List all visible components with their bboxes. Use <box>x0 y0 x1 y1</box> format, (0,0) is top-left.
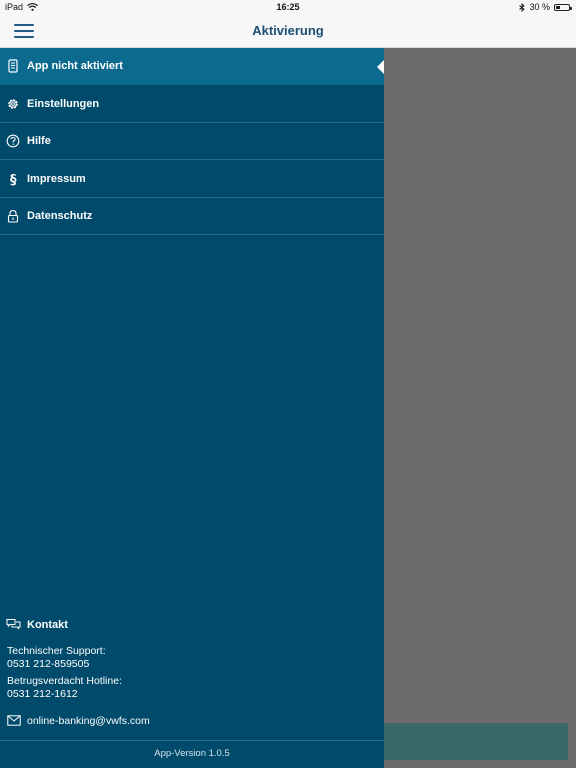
page-title: Aktivierung <box>252 23 324 38</box>
menu-item-label: Einstellungen <box>27 98 100 110</box>
side-drawer: App nicht aktiviert Einstellungen Hilfe … <box>0 48 384 768</box>
menu-item-label: Impressum <box>27 173 86 185</box>
support-phone[interactable]: 0531 212-859505 <box>7 658 106 671</box>
dimmed-bottom-bar <box>384 723 568 760</box>
lock-icon <box>7 210 19 223</box>
menu-item-einstellungen[interactable]: Einstellungen <box>0 86 384 123</box>
menu-item-hilfe[interactable]: Hilfe <box>0 123 384 160</box>
hotline-phone[interactable]: 0531 212-1612 <box>7 688 122 701</box>
dimmed-content-overlay[interactable] <box>384 48 576 768</box>
navigation-bar: Aktivierung <box>0 14 576 48</box>
help-icon <box>6 134 20 148</box>
bluetooth-icon <box>519 2 526 12</box>
status-bar: iPad 16:25 30 % <box>0 0 576 14</box>
email-address: online-banking@vwfs.com <box>27 715 150 727</box>
menu-item-label: Hilfe <box>27 135 51 147</box>
support-label: Technischer Support: <box>7 645 106 657</box>
gear-icon <box>8 99 18 109</box>
active-indicator <box>377 60 384 74</box>
status-time: 16:25 <box>276 2 300 12</box>
paragraph-icon: § <box>10 173 17 186</box>
contact-heading: Kontakt <box>0 615 384 635</box>
support-info: Technischer Support: 0531 212-859505 <box>7 645 106 671</box>
hotline-label: Betrugsverdacht Hotline: <box>7 675 122 687</box>
app-version: App-Version 1.0.5 <box>0 740 384 768</box>
status-right: 30 % <box>519 2 572 12</box>
menu-item-label: Datenschutz <box>27 210 93 222</box>
hotline-info: Betrugsverdacht Hotline: 0531 212-1612 <box>7 675 122 701</box>
menu-item-datenschutz[interactable]: Datenschutz <box>0 198 384 235</box>
svg-text:§: § <box>10 173 17 186</box>
device-icon <box>8 59 18 73</box>
email-link[interactable]: online-banking@vwfs.com <box>0 713 384 731</box>
menu-item-label: App nicht aktiviert <box>27 60 123 72</box>
battery-fill <box>556 5 560 9</box>
mail-icon <box>7 715 21 726</box>
menu-item-impressum[interactable]: § Impressum <box>0 161 384 198</box>
chat-icon <box>6 619 21 630</box>
battery-percentage: 30 % <box>529 2 550 12</box>
menu-item-app-nicht-aktiviert[interactable]: App nicht aktiviert <box>0 48 384 85</box>
contact-title: Kontakt <box>27 619 68 631</box>
battery-icon <box>554 3 572 11</box>
